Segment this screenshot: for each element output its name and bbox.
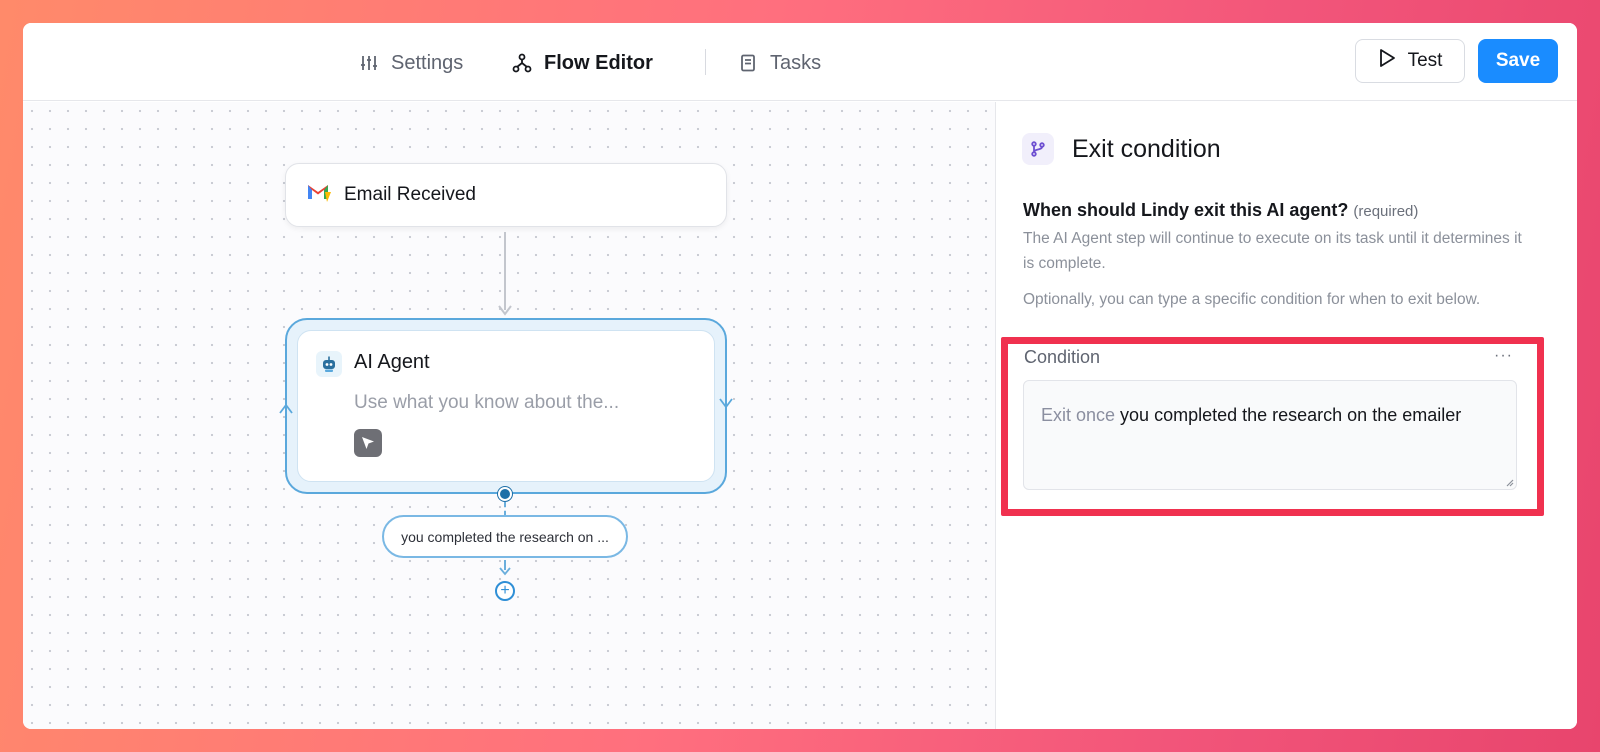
more-options-icon[interactable]: ··· — [1494, 347, 1513, 365]
loop-arrow-down-icon — [719, 398, 733, 409]
tab-flow-editor[interactable]: Flow Editor — [512, 49, 653, 77]
flow-icon — [512, 53, 532, 73]
trigger-label: Email Received — [344, 184, 476, 205]
connector-line — [504, 232, 506, 310]
cursor-icon[interactable] — [354, 429, 382, 457]
condition-label: Condition — [1024, 347, 1101, 367]
required-marker: (required) — [1353, 203, 1419, 220]
agent-title: AI Agent — [354, 351, 430, 373]
test-button[interactable]: Test — [1355, 39, 1465, 83]
exit-condition-pill[interactable]: you completed the research on ... — [382, 515, 628, 558]
flow-canvas[interactable]: Email Received AI Agent Use what you kno… — [23, 102, 996, 729]
tab-tasks[interactable]: Tasks — [738, 49, 821, 77]
test-button-label: Test — [1407, 50, 1443, 71]
panel-description-optional: Optionally, you can type a specific cond… — [1023, 291, 1481, 308]
branch-icon — [1022, 133, 1054, 165]
arrow-down-icon — [499, 567, 511, 576]
gmail-icon — [306, 181, 332, 209]
question-label: When should Lindy exit this AI agent? (r… — [1023, 200, 1418, 221]
book-icon — [738, 53, 758, 73]
app-window: Settings Flow Editor Tasks Test Save Ema… — [23, 23, 1577, 729]
loop-arrow-up-icon — [279, 403, 293, 414]
save-button[interactable]: Save — [1478, 39, 1558, 83]
panel-description: The AI Agent step will continue to execu… — [1023, 230, 1522, 272]
tab-settings-label: Settings — [391, 51, 464, 74]
dashed-connector — [504, 502, 506, 516]
tab-flow-editor-label: Flow Editor — [544, 51, 653, 74]
condition-input[interactable]: Exit once you completed the research on … — [1023, 380, 1517, 490]
condition-value: you completed the research on the emaile… — [1115, 405, 1462, 425]
resize-grip-icon[interactable] — [1504, 477, 1514, 487]
panel-title: Exit condition — [1072, 135, 1221, 163]
connection-handle[interactable] — [498, 487, 512, 501]
tab-settings[interactable]: Settings — [359, 49, 463, 77]
tab-divider — [705, 49, 706, 75]
trigger-node-email-received[interactable]: Email Received — [285, 163, 727, 227]
add-step-button[interactable]: + — [495, 581, 515, 601]
top-bar: Settings Flow Editor Tasks Test Save — [23, 23, 1577, 101]
robot-icon — [316, 351, 342, 377]
play-icon — [1378, 48, 1396, 74]
condition-prefix: Exit once — [1041, 405, 1116, 425]
agent-description: Use what you know about the... — [354, 392, 620, 413]
sliders-icon — [359, 53, 379, 73]
arrow-down-icon — [498, 305, 512, 316]
tab-tasks-label: Tasks — [770, 51, 822, 74]
question-text: When should Lindy exit this AI agent? — [1023, 200, 1349, 220]
agent-node[interactable]: AI Agent Use what you know about the... — [297, 330, 715, 482]
